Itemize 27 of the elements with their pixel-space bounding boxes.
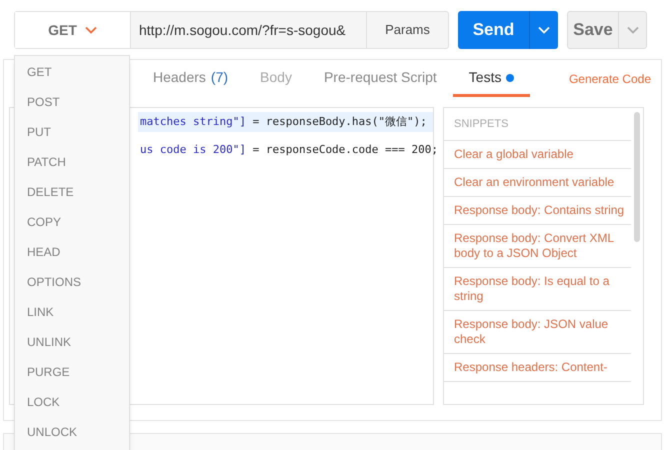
snippet-item[interactable]: Clear a global variable [444,141,631,169]
snippet-item[interactable]: Response body: JSON value check [444,311,631,354]
scrollbar-thumb[interactable] [634,112,640,242]
method-option[interactable]: PUT [15,117,129,147]
snippet-item[interactable]: Clear an environment variable [444,169,631,197]
generate-code-link[interactable]: Generate Code [568,70,651,88]
method-option[interactable]: HEAD [15,237,129,267]
method-option[interactable]: UNLINK [15,327,129,357]
snippets-heading: SNIPPETS [444,108,631,141]
snippet-item[interactable]: Response body: Contains string [444,197,631,225]
snippet-item[interactable]: Response body: Is equal to a string [444,268,631,311]
snippet-item[interactable]: Response body: Convert XML body to a JSON Object [444,225,631,268]
method-option[interactable]: COPY [15,207,129,237]
code-line: us code is 200"] = responseCode.code === 200; [139,142,433,158]
method-option[interactable]: DELETE [15,177,129,207]
method-option[interactable]: PATCH [15,147,129,177]
method-option[interactable]: LINK [15,297,129,327]
tab[interactable]: Tests [452,61,530,97]
snippet-item[interactable]: Response headers: Content- [444,354,631,382]
tab[interactable]: Headers (7) [137,61,244,97]
method-option[interactable]: GET [15,57,129,87]
method-option[interactable]: PURGE [15,357,129,387]
method-option[interactable]: UNLOCK [15,417,129,447]
chevron-down-icon [626,26,638,34]
tab[interactable]: Pre-request Script [308,61,453,97]
method-option[interactable]: OPTIONS [15,267,129,297]
chevron-down-icon [538,26,550,34]
